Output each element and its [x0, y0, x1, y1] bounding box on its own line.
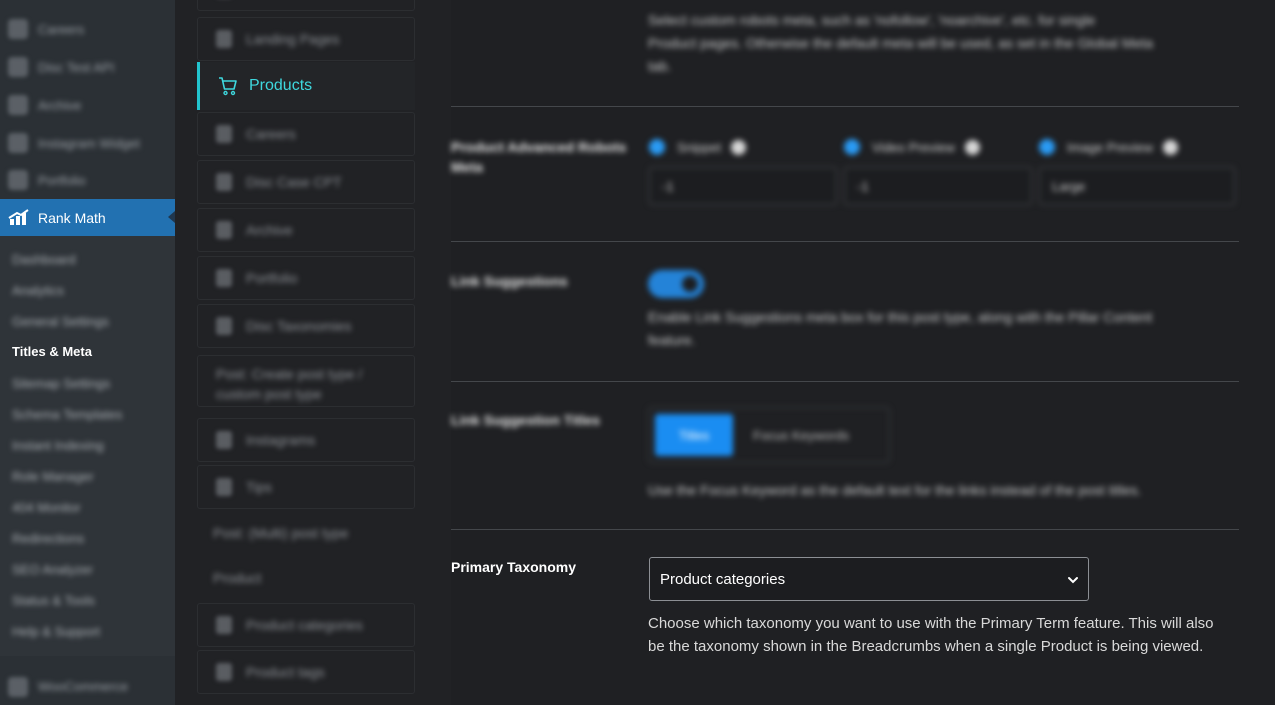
tag-icon [216, 478, 232, 496]
link-suggestions-toggle[interactable] [648, 270, 704, 298]
sidebar-item-rank-math[interactable]: Rank Math [0, 199, 175, 236]
checkbox-icon [844, 139, 860, 155]
page-icon [216, 269, 232, 287]
app-root: Careers Disc Test API Archive Instagram … [0, 0, 1275, 705]
post-type-heading: Product [213, 570, 262, 586]
divider [451, 241, 1239, 242]
sidebar-item-instagram-widget[interactable]: Instagram Widget [0, 125, 175, 161]
sidebar-item-archive[interactable]: Archive [0, 87, 175, 123]
submenu-schema-templates[interactable]: Schema Templates [12, 407, 122, 422]
widget-icon [8, 133, 28, 153]
folder-icon [216, 616, 232, 634]
submenu-redirections[interactable]: Redirections [12, 531, 84, 546]
snippet-checkbox[interactable]: Snippet [649, 139, 747, 155]
post-type-tips[interactable]: Tips [197, 465, 415, 509]
video-preview-checkbox[interactable]: Video Preview [844, 139, 980, 155]
post-type-archive[interactable]: Archive [197, 208, 415, 252]
sidebar-item-label: Portfolio [38, 172, 86, 188]
image-preview-checkbox[interactable]: Image Preview [1039, 139, 1178, 155]
admin-sidebar: Careers Disc Test API Archive Instagram … [0, 0, 175, 705]
checkbox-icon [1039, 139, 1055, 155]
submenu-general-settings[interactable]: General Settings [12, 314, 109, 329]
page-icon [216, 317, 232, 335]
submenu-sitemap-settings[interactable]: Sitemap Settings [12, 376, 110, 391]
video-preview-input[interactable]: -1 [844, 167, 1032, 205]
taxonomy-product-categories[interactable]: Product categories [197, 603, 415, 647]
post-type-landing-pages[interactable]: Landing Pages [197, 17, 415, 61]
primary-taxonomy-help: Choose which taxonomy you want to use wi… [648, 615, 1214, 655]
page-icon [216, 173, 232, 191]
page-icon [216, 125, 232, 143]
post-type-careers[interactable]: Careers [197, 112, 415, 156]
primary-taxonomy-label: Primary Taxonomy [451, 559, 577, 575]
post-type-nav: Landing Pages Products Careers Disc Case… [175, 0, 451, 705]
post-type-item[interactable] [197, 0, 415, 11]
post-type-disc-taxonomies[interactable]: Disc Taxonomies [197, 304, 415, 348]
submenu-seo-analyzer[interactable]: SEO Analyzer [12, 562, 93, 577]
rank-math-submenu: Dashboard Analytics General Settings Tit… [0, 236, 175, 656]
submenu-dashboard[interactable]: Dashboard [12, 252, 76, 267]
cart-icon [219, 77, 237, 96]
page-icon [216, 30, 232, 48]
chevron-down-icon [1068, 577, 1078, 584]
link-suggestion-titles-switch: Titles Focus Keywords [648, 407, 890, 463]
titles-option[interactable]: Titles [655, 414, 733, 456]
sidebar-item-label: Disc Test API [38, 59, 115, 75]
submenu-analytics[interactable]: Analytics [12, 283, 64, 298]
post-type-disc-case[interactable]: Disc Case CPT [197, 160, 415, 204]
rank-math-logo-icon [8, 208, 29, 225]
sidebar-item-label: WooCommerce [38, 679, 129, 694]
snippet-input[interactable]: -1 [649, 167, 837, 205]
post-type-portfolio[interactable]: Portfolio [197, 256, 415, 300]
post-type-products[interactable]: Products [197, 62, 415, 110]
current-menu-arrow-icon [168, 211, 175, 223]
post-type-heading: Post: (Multi) post type [213, 525, 349, 541]
portfolio-icon [8, 170, 28, 190]
post-type-custom[interactable]: Post: Create post type / custom post typ… [197, 355, 415, 407]
submenu-titles-meta[interactable]: Titles & Meta [12, 344, 92, 359]
pin-icon [8, 95, 28, 115]
sidebar-item-label: Rank Math [38, 209, 106, 226]
pin-icon [8, 57, 28, 77]
help-icon [731, 139, 747, 155]
submenu-status-tools[interactable]: Status & Tools [12, 593, 95, 608]
selected-value: Product categories [660, 570, 786, 588]
taxonomy-product-tags[interactable]: Product tags [197, 650, 415, 694]
sidebar-item-label: Careers [38, 21, 85, 37]
settings-panel: Select custom robots meta, such as 'nofo… [451, 0, 1275, 705]
sidebar-item-label: Instagram Widget [38, 135, 140, 151]
sidebar-item-label: Archive [38, 97, 82, 113]
help-icon [1162, 139, 1178, 155]
focus-keywords-option[interactable]: Focus Keywords [733, 428, 849, 443]
submenu-instant-indexing[interactable]: Instant Indexing [12, 438, 104, 453]
help-icon [964, 139, 980, 155]
sidebar-item-portfolio[interactable]: Portfolio [0, 162, 175, 198]
woocommerce-icon [8, 676, 28, 697]
post-type-instagrams[interactable]: Instagrams [197, 418, 415, 462]
submenu-404-monitor[interactable]: 404 Monitor [12, 500, 81, 515]
image-preview-select[interactable]: Large [1039, 167, 1235, 205]
tag-icon [216, 663, 232, 681]
sidebar-item-disc-test-api[interactable]: Disc Test API [0, 49, 175, 85]
page-icon [216, 221, 232, 239]
checkbox-icon [649, 139, 665, 155]
submenu-role-manager[interactable]: Role Manager [12, 469, 94, 484]
primary-taxonomy-select[interactable]: Product categories [649, 557, 1089, 601]
instagram-icon [216, 431, 232, 449]
sidebar-item-woocommerce[interactable]: WooCommerce [0, 668, 175, 705]
pin-icon [8, 19, 28, 39]
submenu-help-support[interactable]: Help & Support [12, 624, 100, 639]
divider [451, 381, 1239, 382]
sidebar-item-careers[interactable]: Careers [0, 11, 175, 47]
divider [451, 529, 1239, 530]
divider [451, 106, 1239, 107]
post-type-label: Products [249, 77, 313, 94]
